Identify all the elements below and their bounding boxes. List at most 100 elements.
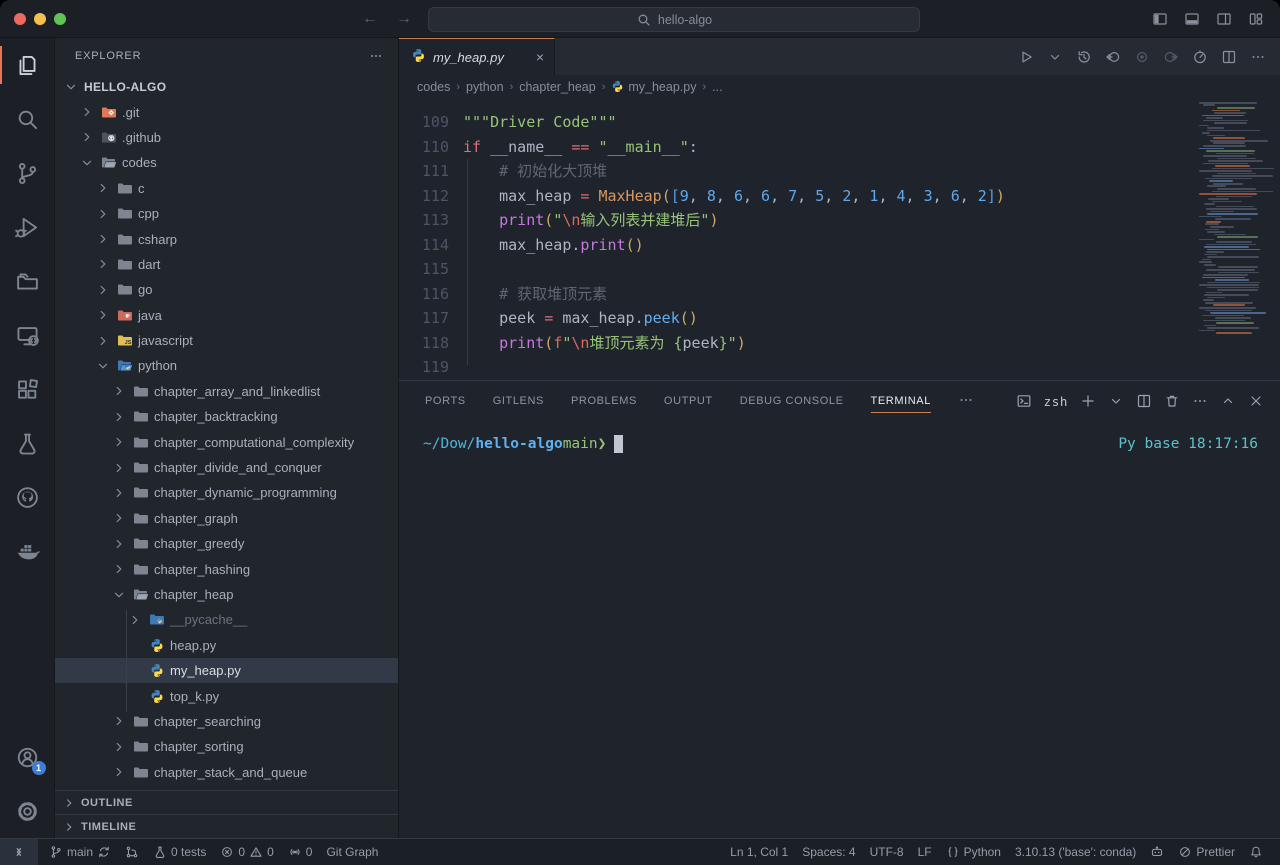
close-tab-icon[interactable]: × xyxy=(536,49,544,65)
tree-item-heap-py[interactable]: heap.py xyxy=(55,633,398,658)
breadcrumb-item[interactable]: python xyxy=(466,80,504,94)
activitybar-extensions[interactable] xyxy=(0,362,55,416)
explorer-more-actions-icon[interactable] xyxy=(368,48,384,64)
split-icon[interactable] xyxy=(1136,393,1152,409)
status-notifications[interactable] xyxy=(1242,839,1270,865)
close-window-button[interactable] xyxy=(14,13,26,25)
tree-item-dart[interactable]: dart xyxy=(55,252,398,277)
tree-item--github[interactable]: .github xyxy=(55,125,398,150)
dots-icon[interactable] xyxy=(1192,393,1208,409)
status-encoding[interactable]: UTF-8 xyxy=(863,839,911,865)
tree-item-c[interactable]: c xyxy=(55,176,398,201)
activitybar-source-control[interactable] xyxy=(0,146,55,200)
timeline-section[interactable]: TIMELINE xyxy=(55,814,398,838)
activitybar-folder-library[interactable] xyxy=(0,254,55,308)
panel-tab-debug-console[interactable]: DEBUG CONSOLE xyxy=(740,381,844,421)
tree-item-chapter-heap[interactable]: chapter_heap xyxy=(55,582,398,607)
tree-item-chapter-array-and-linkedlist[interactable]: chapter_array_and_linkedlist xyxy=(55,379,398,404)
status-indentation[interactable]: Spaces: 4 xyxy=(795,839,862,865)
navigate-forward-icon[interactable]: → xyxy=(396,10,412,28)
tree-item-chapter-backtracking[interactable]: chapter_backtracking xyxy=(55,404,398,429)
layout-right-icon[interactable] xyxy=(1216,11,1232,27)
shell-label[interactable]: zsh xyxy=(1044,394,1068,409)
activitybar-github[interactable] xyxy=(0,470,55,524)
panel-tab-ports[interactable]: PORTS xyxy=(425,381,466,421)
tree-item-chapter-graph[interactable]: chapter_graph xyxy=(55,506,398,531)
activitybar-testing[interactable] xyxy=(0,416,55,470)
tree-item-hello-algo[interactable]: HELLO-ALGO xyxy=(55,74,398,99)
activitybar-search[interactable] xyxy=(0,92,55,146)
trash-icon[interactable] xyxy=(1164,393,1180,409)
activitybar-files[interactable] xyxy=(0,38,55,92)
status-eol[interactable]: LF xyxy=(911,839,939,865)
panel-tab-problems[interactable]: PROBLEMS xyxy=(571,381,637,421)
tree-item-chapter-hashing[interactable]: chapter_hashing xyxy=(55,556,398,581)
breadcrumb-item[interactable]: chapter_heap xyxy=(519,80,595,94)
panel-tab-output[interactable]: OUTPUT xyxy=(664,381,713,421)
tree-item-chapter-divide-and-conquer[interactable]: chapter_divide_and_conquer xyxy=(55,455,398,480)
activitybar-remote-explorer[interactable] xyxy=(0,308,55,362)
tree-item-my-heap-py[interactable]: my_heap.py xyxy=(55,658,398,683)
terminal[interactable]: ~/Dow/hello-algo main ❯ Py base 18:17:16 xyxy=(399,421,1280,838)
panel-tab-gitlens[interactable]: GITLENS xyxy=(493,381,544,421)
tree-item--git[interactable]: .git xyxy=(55,99,398,124)
minimize-window-button[interactable] xyxy=(34,13,46,25)
status-git-branch[interactable]: main xyxy=(42,839,118,865)
dots-icon[interactable] xyxy=(958,392,974,408)
breadcrumb-item[interactable]: my_heap.py xyxy=(611,80,696,94)
status-copilot[interactable] xyxy=(1143,839,1171,865)
status-git-graph-button[interactable] xyxy=(118,839,146,865)
tree-item-python[interactable]: python xyxy=(55,353,398,378)
step-over-icon[interactable] xyxy=(1134,49,1150,65)
panel-tab-terminal[interactable]: TERMINAL xyxy=(871,381,931,421)
step-back-icon[interactable] xyxy=(1105,49,1121,65)
layout-sidebar-icon[interactable] xyxy=(1152,11,1168,27)
command-center-search[interactable]: hello-algo xyxy=(428,7,920,32)
terminal-box-icon[interactable] xyxy=(1016,393,1032,409)
activitybar-accounts[interactable]: 1 xyxy=(0,730,55,784)
history-icon[interactable] xyxy=(1076,49,1092,65)
step-forward-icon[interactable] xyxy=(1163,49,1179,65)
maximize-window-button[interactable] xyxy=(54,13,66,25)
tree-item--pycache-[interactable]: __pycache__ xyxy=(55,607,398,632)
status-remote-indicator[interactable] xyxy=(0,839,38,865)
chev-up-icon[interactable] xyxy=(1220,393,1236,409)
plus-icon[interactable] xyxy=(1080,393,1096,409)
tree-item-go[interactable]: go xyxy=(55,277,398,302)
status-test-status[interactable]: 0 tests xyxy=(146,839,213,865)
minimap[interactable] xyxy=(1198,101,1276,335)
tree-item-chapter-sorting[interactable]: chapter_sorting xyxy=(55,734,398,759)
close-icon[interactable] xyxy=(1248,393,1264,409)
tree-item-chapter-computational-complexity[interactable]: chapter_computational_complexity xyxy=(55,429,398,454)
tree-item-chapter-searching[interactable]: chapter_searching xyxy=(55,709,398,734)
status-python-interpreter[interactable]: 3.10.13 ('base': conda) xyxy=(1008,839,1143,865)
breadcrumb-item[interactable]: ... xyxy=(712,80,722,94)
tree-item-chapter-stack-and-queue[interactable]: chapter_stack_and_queue xyxy=(55,760,398,785)
activitybar-settings[interactable] xyxy=(0,784,55,838)
tree-item-codes[interactable]: codes xyxy=(55,150,398,175)
navigate-back-icon[interactable]: ← xyxy=(362,10,378,28)
outline-section[interactable]: OUTLINE xyxy=(55,790,398,814)
tree-item-java[interactable]: java xyxy=(55,303,398,328)
activitybar-run-debug[interactable] xyxy=(0,200,55,254)
status-language-mode[interactable]: Python xyxy=(939,839,1008,865)
chev-down-icon[interactable] xyxy=(1108,393,1124,409)
profile-icon[interactable] xyxy=(1192,49,1208,65)
tree-item-cpp[interactable]: cpp xyxy=(55,201,398,226)
status-problems[interactable]: 00 xyxy=(213,839,280,865)
code-editor[interactable]: 109"""Driver Code"""110if __name__ == "_… xyxy=(399,99,1280,380)
activitybar-docker[interactable] xyxy=(0,524,55,578)
tab-my-heap[interactable]: my_heap.py × xyxy=(399,38,555,75)
dots-icon[interactable] xyxy=(1250,49,1266,65)
tree-item-csharp[interactable]: csharp xyxy=(55,226,398,251)
layout-custom-icon[interactable] xyxy=(1248,11,1264,27)
tree-item-chapter-greedy[interactable]: chapter_greedy xyxy=(55,531,398,556)
chev-down-icon[interactable] xyxy=(1047,49,1063,65)
status-git-graph-label[interactable]: Git Graph xyxy=(319,839,385,865)
status-ports[interactable]: 0 xyxy=(281,839,320,865)
status-cursor-position[interactable]: Ln 1, Col 1 xyxy=(723,839,795,865)
layout-panel-icon[interactable] xyxy=(1184,11,1200,27)
tree-item-chapter-dynamic-programming[interactable]: chapter_dynamic_programming xyxy=(55,480,398,505)
split-icon[interactable] xyxy=(1221,49,1237,65)
status-prettier[interactable]: Prettier xyxy=(1171,839,1242,865)
